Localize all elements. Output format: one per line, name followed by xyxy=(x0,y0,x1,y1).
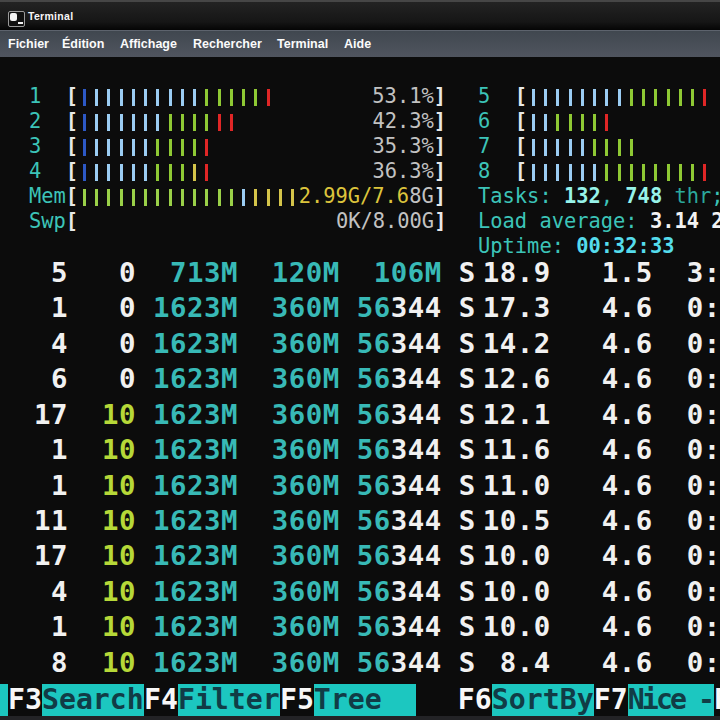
terminal-window-icon xyxy=(8,11,25,27)
process-row[interactable]: 4 10 1623M 360M 56344 S10.0 4.6 0:23 xyxy=(0,574,720,609)
process-row[interactable]: 1 0 1623M 360M 56344 S17.3 4.6 0:29 xyxy=(0,290,720,325)
window-title: Terminal xyxy=(28,10,73,22)
cpu-meter-2: 2 [ 42.3%] xyxy=(29,109,446,134)
bottom-strip xyxy=(0,716,720,720)
process-table: 5 0 713M 120M 106M S18.9 1.5 3:25 1 0 16… xyxy=(0,255,720,680)
cpu-meter-8: 8 [ xyxy=(478,159,720,184)
menu-terminal[interactable]: Terminal xyxy=(277,37,328,51)
fkey-F5[interactable]: F5 xyxy=(280,684,314,716)
swap-meter: Swp[ 0K/8.00G] xyxy=(29,209,446,234)
process-row[interactable]: 17 10 1623M 360M 56344 S12.1 4.6 0:26 xyxy=(0,397,720,432)
memory-meter: Mem[2.99G/7.68G] xyxy=(29,184,446,209)
menu-fichier[interactable]: Fichier xyxy=(8,37,49,51)
cpu-meter-1: 1 [ 53.1%] xyxy=(29,84,446,109)
process-row[interactable]: 1 10 1623M 360M 56344 S10.0 4.6 0:22 xyxy=(0,609,720,644)
fkey-label-Search[interactable]: Search xyxy=(42,684,144,716)
process-row[interactable]: 4 0 1623M 360M 56344 S14.2 4.6 0:28 xyxy=(0,326,720,361)
cpu-meter-3: 3 [ 35.3%] xyxy=(29,134,446,159)
function-key-bar: F3SearchF4FilterF5Tree F6SortByF7Nice -F8 xyxy=(0,684,720,716)
cpu-mem-meters-left: 1 [ 53.1%]2 [ 42.3%]3 [ 35.3%]4 [ 36.3%]… xyxy=(29,84,446,234)
fkey-label-Filter[interactable]: Filter xyxy=(178,684,280,716)
cpu-meter-6: 6 [ xyxy=(478,109,720,134)
menu-affichage[interactable]: Affichage xyxy=(120,37,177,51)
fkey-label-SortBy[interactable]: SortBy xyxy=(492,684,594,716)
menu-aide[interactable]: Aide xyxy=(344,37,371,51)
fkey-F6[interactable]: F6 xyxy=(458,684,492,716)
menubar: Fichier Édition Affichage Rechercher Ter… xyxy=(0,30,720,57)
fkey-F8[interactable]: F8 xyxy=(714,684,720,716)
process-row[interactable]: 11 10 1623M 360M 56344 S10.5 4.6 0:24 xyxy=(0,503,720,538)
cpu-meter-7: 7 [ xyxy=(478,134,720,159)
process-row[interactable]: 6 0 1623M 360M 56344 S12.6 4.6 0:27 xyxy=(0,361,720,396)
fkey-F4[interactable]: F4 xyxy=(144,684,178,716)
process-row[interactable]: 17 10 1623M 360M 56344 S10.0 4.6 0:23 xyxy=(0,538,720,573)
load-average-line: Load average: 3.14 2.59 xyxy=(478,209,720,234)
cpu-meter-5: 5 [ xyxy=(478,84,720,109)
tasks-line: Tasks: 132, 748 thr; xyxy=(478,184,720,209)
menu-edition[interactable]: Édition xyxy=(62,37,104,51)
process-row[interactable]: 1 10 1623M 360M 56344 S11.6 4.6 0:25 xyxy=(0,432,720,467)
menu-rechercher[interactable]: Rechercher xyxy=(193,37,262,51)
process-row[interactable]: 8 10 1623M 360M 56344 S 8.4 4.6 0:21 xyxy=(0,645,720,680)
cpu-meter-4: 4 [ 36.3%] xyxy=(29,159,446,184)
cpu-stats-right: 5 [6 [7 [8 [Tasks: 132, 748 thr;Load ave… xyxy=(478,84,720,259)
fkey-sliver xyxy=(0,684,8,716)
process-row[interactable]: 5 0 713M 120M 106M S18.9 1.5 3:25 xyxy=(0,255,720,290)
window-titlebar[interactable]: Terminal xyxy=(0,0,720,30)
fkey-label-Tree[interactable]: Tree xyxy=(314,684,416,716)
fkey-label-Nice[interactable]: Nice - xyxy=(628,684,714,716)
fkey-F7[interactable]: F7 xyxy=(594,684,628,716)
process-row[interactable]: 1 10 1623M 360M 56344 S11.0 4.6 0:24 xyxy=(0,468,720,503)
fkey-F3[interactable]: F3 xyxy=(8,684,42,716)
